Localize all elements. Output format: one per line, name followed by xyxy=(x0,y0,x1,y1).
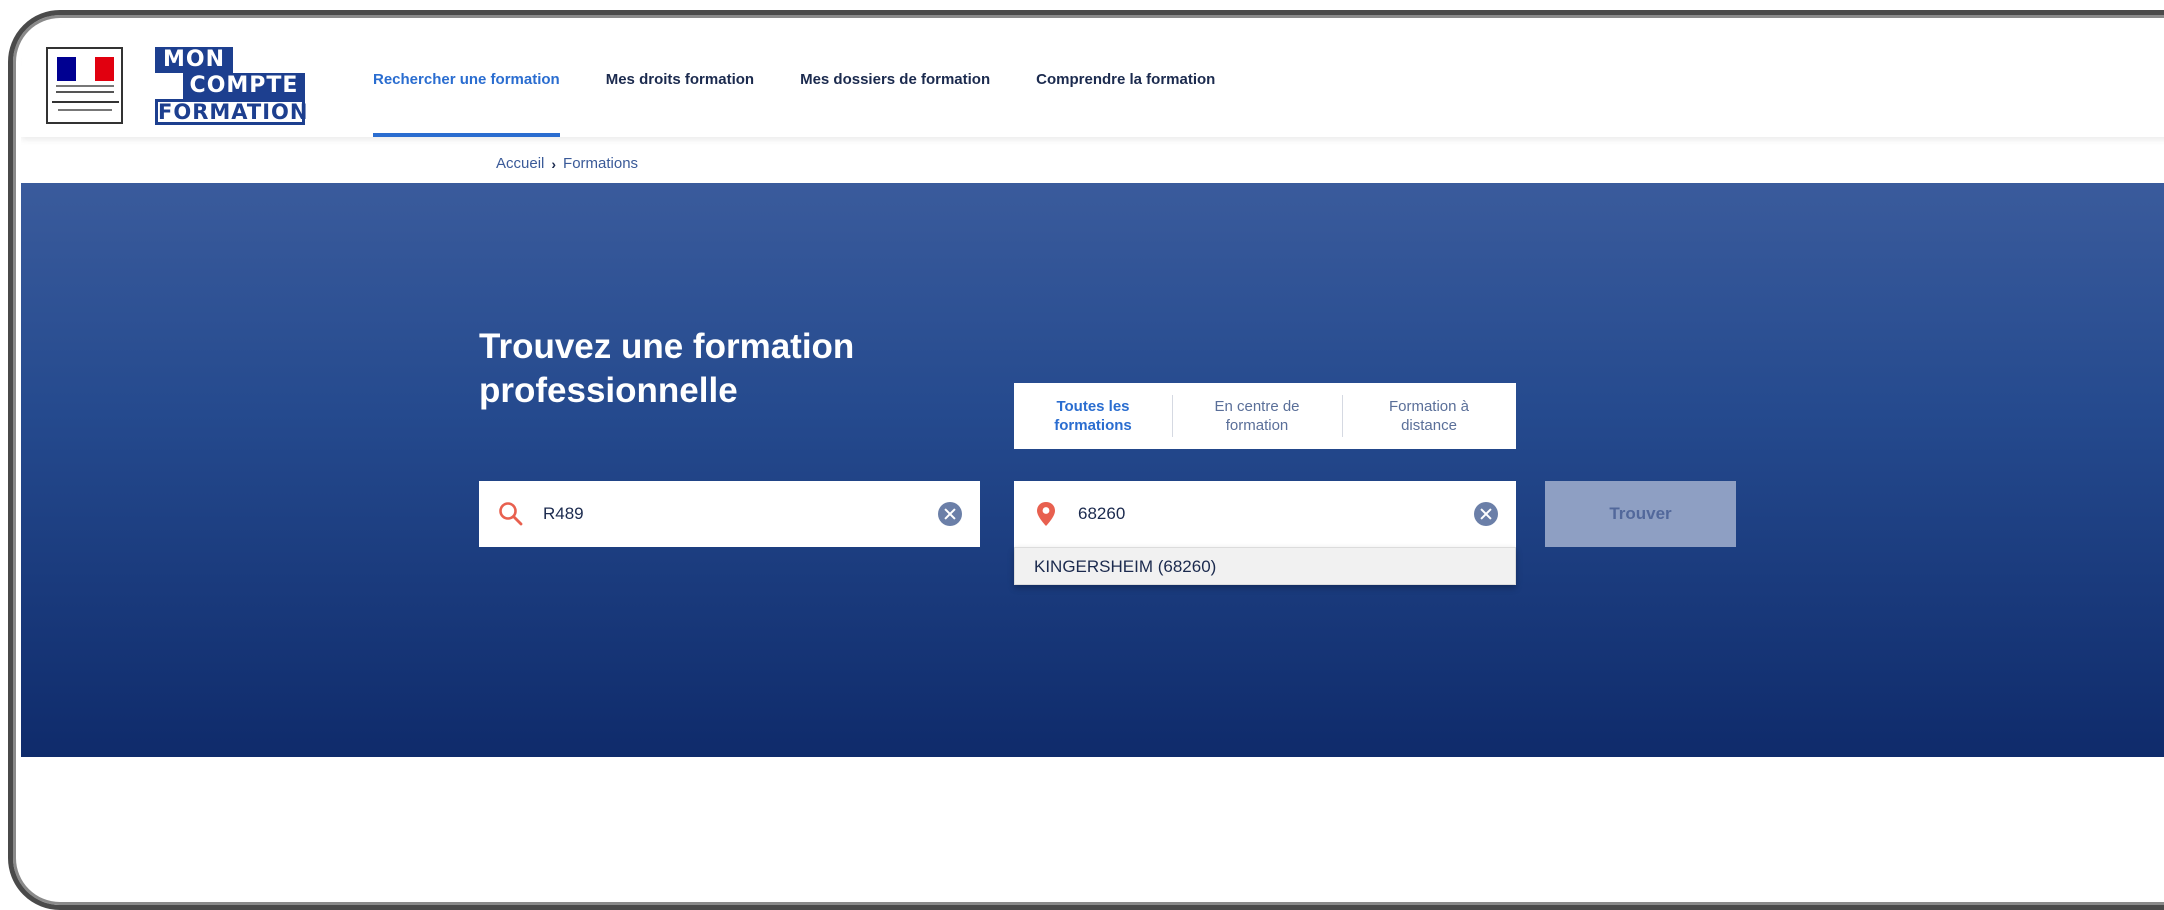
search-input[interactable] xyxy=(543,481,914,547)
mon-compte-formation-logo[interactable]: MON COMPTE FORMATION xyxy=(155,47,307,125)
site-header: MON COMPTE FORMATION Rechercher une form… xyxy=(21,23,2164,137)
nav-mes-droits-formation[interactable]: Mes droits formation xyxy=(606,23,754,137)
location-input[interactable] xyxy=(1078,481,1450,547)
search-hero: Trouvez une formation professionnelle To… xyxy=(21,183,2164,757)
tab-formation-a-distance[interactable]: Formation à distance xyxy=(1342,383,1516,449)
browser-viewport: MON COMPTE FORMATION Rechercher une form… xyxy=(21,23,2164,897)
page-title: Trouvez une formation professionnelle xyxy=(479,327,855,410)
trouver-button[interactable]: Trouver xyxy=(1545,481,1736,547)
logo-line-compte: COMPTE xyxy=(183,73,305,99)
chevron-right-icon: › xyxy=(551,155,557,172)
location-field xyxy=(1014,481,1516,547)
logo-line-formation: FORMATION xyxy=(155,99,307,125)
nav-comprendre-la-formation[interactable]: Comprendre la formation xyxy=(1036,23,1215,137)
tab-toutes-les-formations[interactable]: Toutes les formations xyxy=(1014,383,1172,449)
french-flag-icon xyxy=(57,57,114,81)
device-frame: MON COMPTE FORMATION Rechercher une form… xyxy=(8,10,2164,910)
search-field xyxy=(479,481,980,547)
republique-francaise-logo[interactable] xyxy=(46,47,123,124)
main-nav: Rechercher une formation Mes droits form… xyxy=(373,23,1261,137)
nav-mes-dossiers-de-formation[interactable]: Mes dossiers de formation xyxy=(800,23,990,137)
clear-search-icon[interactable] xyxy=(938,502,962,526)
clear-location-icon[interactable] xyxy=(1474,502,1498,526)
logo-line-mon: MON xyxy=(155,47,233,73)
search-icon xyxy=(499,502,523,526)
tab-en-centre-de-formation[interactable]: En centre de formation xyxy=(1172,383,1342,449)
location-pin-icon xyxy=(1037,502,1055,526)
location-suggestions: KINGERSHEIM (68260) xyxy=(1014,547,1516,585)
nav-rechercher-une-formation[interactable]: Rechercher une formation xyxy=(373,23,560,137)
breadcrumb-current-link[interactable]: Formations xyxy=(563,155,638,172)
suggestion-item[interactable]: KINGERSHEIM (68260) xyxy=(1034,548,1216,585)
breadcrumb: Accueil › Formations xyxy=(496,155,638,172)
breadcrumb-home-link[interactable]: Accueil xyxy=(496,155,544,172)
formation-type-tabs: Toutes les formations En centre de forma… xyxy=(1014,383,1516,449)
